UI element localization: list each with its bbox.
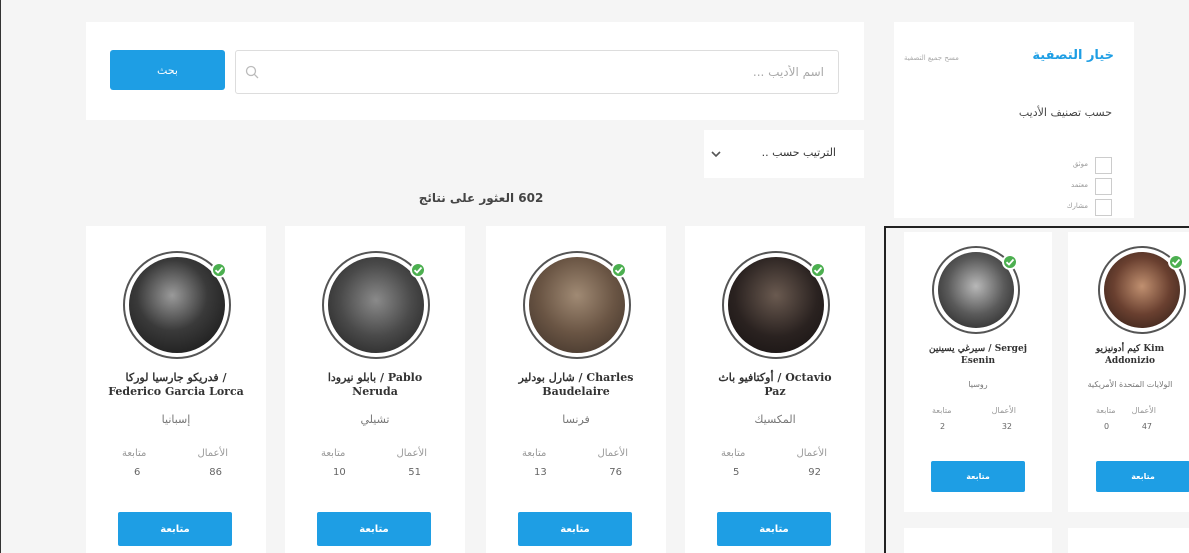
results-count: 602 العثور على نتائج (418, 191, 544, 205)
author-name[interactable]: كيم أدونيزيو Kim Addonizio (1074, 344, 1186, 367)
follow-button[interactable]: متابعة (931, 461, 1025, 492)
author-name[interactable]: بابلو نيرودا / Pablo Neruda (291, 371, 459, 400)
filter-checkbox[interactable] (1095, 178, 1112, 195)
follow-button[interactable]: متابعة (1096, 461, 1189, 492)
filter-option-certified[interactable]: معتمد (1032, 178, 1112, 195)
filter-checkbox[interactable] (1095, 199, 1112, 216)
works-label: الأعمال (396, 448, 427, 459)
followers-count: 2 (940, 422, 946, 431)
works-count: 76 (609, 467, 622, 478)
author-name[interactable]: شارل بودلير / Charles Baudelaire (492, 371, 660, 400)
author-card: بابلو نيرودا / Pablo Neruda تشيلي الأعما… (285, 226, 465, 553)
author-country: الولايات المتحدة الأمريكية (1087, 380, 1173, 389)
works-count: 86 (209, 467, 222, 478)
works-label: الأعمال (1131, 406, 1156, 415)
author-name[interactable]: فدريكو جارسيا لوركا / Federico Garcia Lo… (92, 371, 260, 400)
author-name[interactable]: أوكتافيو باث / Octavio Paz (691, 371, 859, 400)
author-card: سيرغي يسينين / Sergej Esenin روسيا الأعم… (904, 232, 1052, 512)
followers-label: متابعة (1096, 406, 1116, 415)
verified-icon (211, 262, 227, 278)
clear-filters-link[interactable]: مسح جميع التصفية (904, 54, 959, 62)
works-count: 92 (808, 467, 821, 478)
followers-count: 5 (733, 467, 740, 478)
author-card-partial (904, 528, 1052, 553)
author-card: كيم أدونيزيو Kim Addonizio الولايات المت… (1068, 232, 1189, 512)
search-panel: بحث (86, 22, 864, 120)
highlight-region: كيم أدونيزيو Kim Addonizio الولايات المت… (884, 226, 1189, 553)
author-country: فرنسا (562, 413, 590, 426)
verified-icon (1002, 254, 1018, 270)
author-card: شارل بودلير / Charles Baudelaire فرنسا ا… (486, 226, 666, 553)
follow-button[interactable]: متابعة (118, 512, 232, 546)
filter-option-label: مشارك (1066, 202, 1088, 210)
filter-option-verified[interactable]: موثق (1032, 157, 1112, 174)
works-label: الأعمال (796, 448, 827, 459)
sort-label: الترتيب حسب .. (761, 146, 836, 159)
verified-icon (810, 262, 826, 278)
author-card: أوكتافيو باث / Octavio Paz المكسيك الأعم… (685, 226, 865, 553)
sort-dropdown[interactable]: الترتيب حسب .. (704, 130, 864, 178)
followers-count: 6 (134, 467, 141, 478)
followers-label: متابعة (522, 448, 547, 459)
works-count: 47 (1141, 422, 1152, 431)
search-button[interactable]: بحث (110, 50, 225, 90)
followers-label: متابعة (122, 448, 147, 459)
followers-label: متابعة (721, 448, 746, 459)
followers-label: متابعة (321, 448, 346, 459)
works-label: الأعمال (991, 406, 1016, 415)
search-icon (245, 65, 259, 79)
author-country: إسبانيا (161, 413, 191, 426)
follow-button[interactable]: متابعة (317, 512, 431, 546)
works-count: 51 (408, 467, 421, 478)
verified-icon (611, 262, 627, 278)
follow-button[interactable]: متابعة (518, 512, 632, 546)
author-country: روسيا (968, 380, 988, 389)
author-country: تشيلي (360, 413, 390, 426)
filter-section-title: حسب تصنيف الأديب (1018, 106, 1112, 119)
filter-panel: خيار التصفية مسح جميع التصفية حسب تصنيف … (894, 22, 1134, 218)
followers-count: 13 (534, 467, 547, 478)
follow-button[interactable]: متابعة (717, 512, 831, 546)
search-input[interactable] (235, 50, 839, 94)
verified-icon (1168, 254, 1184, 270)
verified-icon (410, 262, 426, 278)
chevron-down-icon (711, 151, 721, 158)
followers-label: متابعة (932, 406, 952, 415)
author-name[interactable]: سيرغي يسينين / Sergej Esenin (910, 344, 1046, 367)
filter-checkbox[interactable] (1095, 157, 1112, 174)
author-country: المكسيك (754, 413, 796, 426)
author-card-partial (1068, 528, 1189, 553)
filter-option-label: معتمد (1071, 181, 1088, 189)
filter-title: خيار التصفية (1032, 48, 1114, 63)
followers-count: 0 (1104, 422, 1110, 431)
works-label: الأعمال (197, 448, 228, 459)
filter-option-participant[interactable]: مشارك (1032, 199, 1112, 216)
author-card: فدريكو جارسيا لوركا / Federico Garcia Lo… (86, 226, 266, 553)
filter-option-label: موثق (1072, 160, 1088, 168)
works-label: الأعمال (597, 448, 628, 459)
followers-count: 10 (333, 467, 346, 478)
works-count: 32 (1001, 422, 1012, 431)
